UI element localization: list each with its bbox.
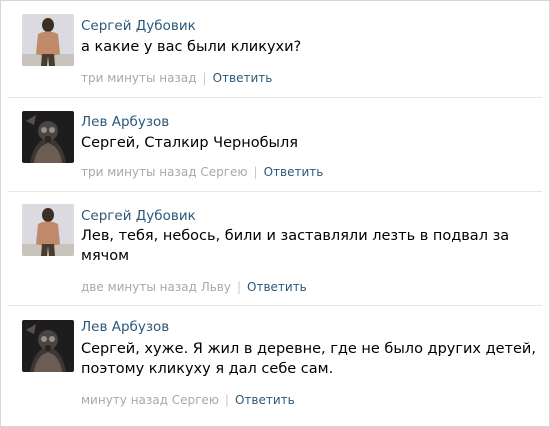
- comment-divider: [8, 191, 542, 192]
- comment-meta: две минуты назад Льву | Ответить: [81, 280, 307, 294]
- reply-link[interactable]: Ответить: [264, 165, 324, 179]
- comment-text: Сергей, Сталкир Чернобыля: [81, 135, 298, 151]
- meta-separator: |: [202, 71, 207, 85]
- comment-text: Сергей, хуже. Я жил в деревне, где не бы…: [81, 341, 536, 377]
- shirtless-man-avatar-icon: [22, 14, 74, 66]
- avatar[interactable]: [22, 204, 74, 256]
- comment-meta: три минуты назад Сергею | Ответить: [81, 165, 323, 179]
- shirtless-man-avatar-icon: [22, 204, 74, 256]
- comment-author[interactable]: Сергей Дубовик: [81, 18, 196, 34]
- comment-time[interactable]: три минуты назад Сергею: [81, 165, 248, 179]
- meta-separator: |: [236, 280, 242, 294]
- reply-link[interactable]: Ответить: [247, 280, 307, 294]
- comment-meta: минуту назад Сергею | Ответить: [81, 393, 295, 407]
- avatar[interactable]: [22, 320, 74, 372]
- stalker-avatar-icon: [22, 111, 74, 163]
- avatar[interactable]: [22, 14, 74, 66]
- comment-divider: [8, 97, 542, 98]
- comment-author[interactable]: Сергей Дубовик: [81, 208, 196, 224]
- avatar[interactable]: [22, 111, 74, 163]
- comment-author[interactable]: Лев Арбузов: [81, 114, 169, 130]
- reply-link[interactable]: Ответить: [235, 393, 295, 407]
- comment-time[interactable]: минуту назад Сергею: [81, 393, 219, 407]
- comment-time[interactable]: три минуты назад: [81, 71, 197, 85]
- stalker-avatar-icon: [22, 320, 74, 372]
- comment-time[interactable]: две минуты назад Льву: [81, 280, 231, 294]
- meta-separator: |: [253, 165, 258, 179]
- comment-meta: три минуты назад | Ответить: [81, 71, 272, 85]
- comment-text: Лев, тебя, небось, били и заставляли лез…: [81, 228, 510, 264]
- comment-divider: [8, 305, 542, 306]
- comment-text: а какие у вас были кликухи?: [81, 39, 302, 55]
- comment-author[interactable]: Лев Арбузов: [81, 319, 169, 335]
- meta-separator: |: [224, 393, 229, 407]
- reply-link[interactable]: Ответить: [213, 71, 273, 85]
